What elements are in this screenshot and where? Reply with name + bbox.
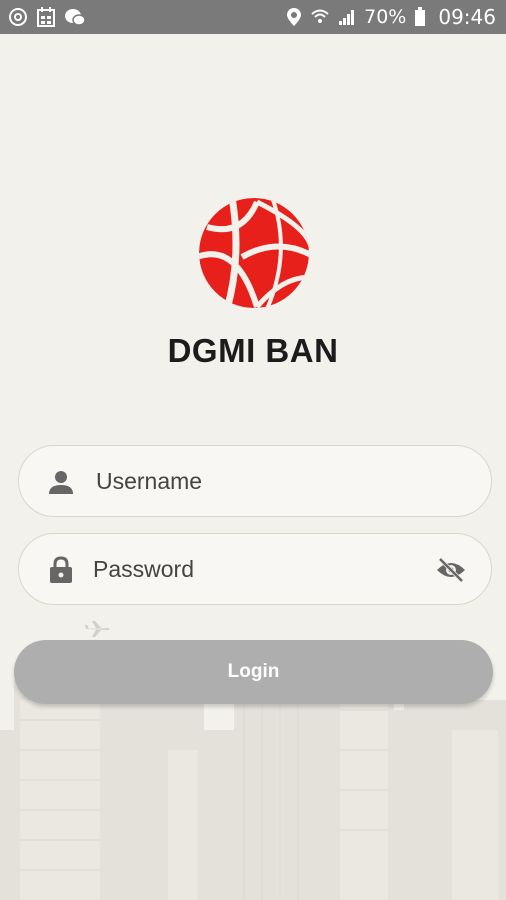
password-input[interactable] [93, 534, 433, 604]
battery-percent: 70% [364, 6, 407, 28]
clock: 09:46 [438, 5, 496, 29]
password-field-container [18, 533, 492, 605]
person-icon [47, 468, 75, 496]
wifi-icon [311, 9, 329, 23]
lock-icon [47, 556, 75, 584]
login-button[interactable]: Login [14, 640, 493, 704]
battery-icon [415, 7, 426, 26]
airplane-icon [85, 621, 109, 637]
status-bar-right: 70% 09:46 [286, 5, 496, 29]
app-title: DGMI BAN [167, 332, 339, 369]
calendar-icon [37, 7, 55, 27]
username-field-container [18, 445, 492, 517]
chat-bubble-icon [65, 9, 86, 26]
location-icon [287, 8, 302, 26]
username-input[interactable] [96, 446, 436, 516]
status-bar: 70% 09:46 [0, 0, 506, 34]
globe-logo [199, 198, 309, 308]
signal-icon [339, 10, 355, 25]
circle-at-icon [9, 8, 27, 26]
eye-off-icon[interactable] [435, 556, 467, 584]
status-bar-left [8, 6, 86, 28]
